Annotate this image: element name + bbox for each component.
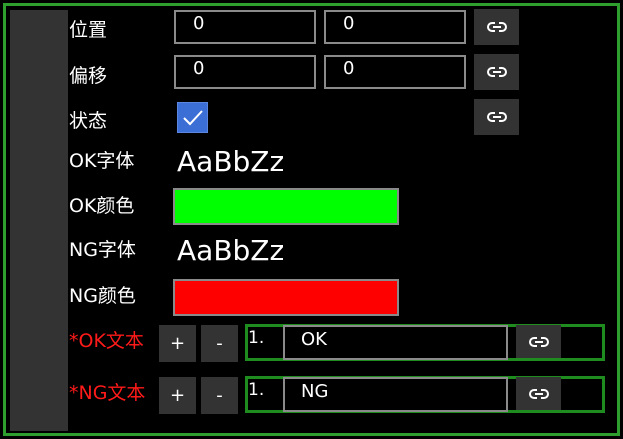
position-x-input[interactable]: 0 <box>174 10 316 44</box>
ng-text-link-button[interactable] <box>516 377 561 410</box>
ok-color-swatch[interactable] <box>173 188 399 225</box>
ng-list-index: 1. <box>248 380 265 400</box>
position-label: 位置 <box>69 19 108 41</box>
link-icon <box>486 67 507 77</box>
ng-add-button[interactable]: + <box>159 377 196 414</box>
check-icon <box>182 109 203 125</box>
ok-text-link-button[interactable] <box>516 325 561 358</box>
state-checkbox[interactable] <box>177 102 208 133</box>
state-link-button[interactable] <box>474 99 519 135</box>
ng-font-label: NG字体 <box>69 239 136 261</box>
link-icon <box>528 388 549 399</box>
ok-font-label: OK字体 <box>69 150 135 172</box>
ng-color-swatch[interactable] <box>173 279 399 316</box>
ng-font-sample[interactable]: AaBbZz <box>177 234 284 267</box>
ok-add-button[interactable]: + <box>159 325 196 362</box>
link-icon <box>528 336 549 347</box>
offset-x-input[interactable]: 0 <box>174 55 316 89</box>
ok-font-sample[interactable]: AaBbZz <box>177 145 284 178</box>
left-sidebar <box>10 10 68 431</box>
link-icon <box>486 22 507 32</box>
ok-list-index: 1. <box>248 328 265 348</box>
ng-remove-button[interactable]: - <box>201 377 238 414</box>
position-y-input[interactable]: 0 <box>324 10 466 44</box>
ng-text-input[interactable]: NG <box>283 377 508 412</box>
ok-text-input[interactable]: OK <box>283 325 508 360</box>
ok-color-label: OK颜色 <box>69 195 135 217</box>
state-label: 状态 <box>69 110 108 132</box>
position-link-button[interactable] <box>474 9 519 45</box>
offset-link-button[interactable] <box>474 54 519 90</box>
offset-y-input[interactable]: 0 <box>324 55 466 89</box>
ng-color-label: NG颜色 <box>69 285 136 307</box>
ng-text-label: *NG文本 <box>69 382 146 404</box>
ok-text-label: *OK文本 <box>69 330 144 352</box>
link-icon <box>486 112 507 122</box>
offset-label: 偏移 <box>69 65 108 87</box>
ok-remove-button[interactable]: - <box>201 325 238 362</box>
